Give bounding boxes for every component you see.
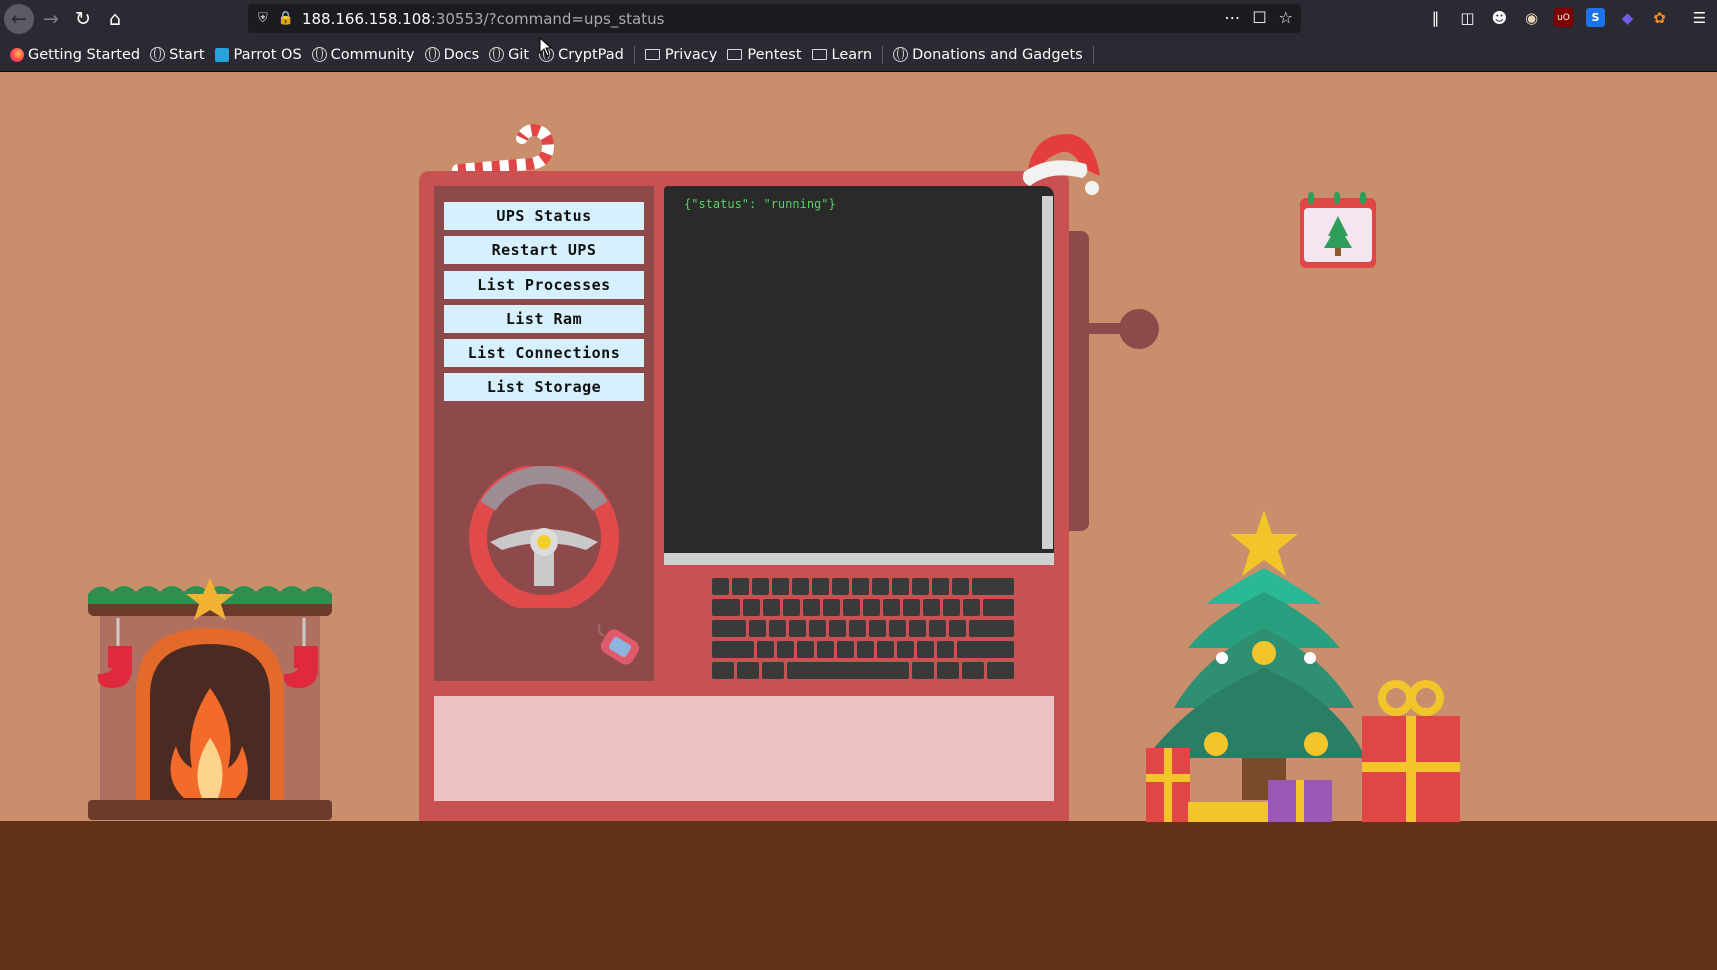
bookmark-star-icon[interactable]: ☆: [1279, 8, 1293, 27]
bookmark-label: Pentest: [747, 46, 802, 63]
bookmark-separator: [1092, 45, 1094, 64]
bookmark-label: Start: [169, 46, 205, 63]
url-text[interactable]: 188.166.158.108:30553/?command=ups_statu…: [302, 10, 665, 28]
folder-icon: [811, 49, 827, 60]
vertical-scrollbar[interactable]: [1042, 196, 1053, 549]
bookmark-folder-learn[interactable]: Learn: [811, 46, 873, 63]
ublock-icon[interactable]: uO: [1554, 8, 1573, 27]
page-actions-icon[interactable]: ⋯: [1224, 8, 1240, 27]
pocket-icon[interactable]: ☐: [1252, 8, 1266, 27]
list-connections-button[interactable]: List Connections: [444, 339, 644, 367]
bookmarks-bar: Getting Started Start Parrot OS Communit…: [0, 38, 1717, 72]
reload-icon: ↻: [75, 7, 91, 30]
terminal-screen: {"status": "running"}: [664, 186, 1054, 565]
parrot-icon: [214, 47, 229, 62]
globe-icon: [150, 47, 166, 62]
bookmark-community[interactable]: Community: [311, 46, 415, 63]
back-button[interactable]: ←: [4, 4, 34, 34]
list-processes-button[interactable]: List Processes: [444, 271, 644, 299]
bookmark-parrot-os[interactable]: Parrot OS: [214, 46, 302, 63]
extension-cube-icon[interactable]: ◆: [1618, 8, 1637, 27]
machine-bottom-panel: [434, 696, 1054, 801]
url-path: :30553/?command=ups_status: [430, 9, 665, 28]
bookmark-folder-pentest[interactable]: Pentest: [727, 46, 802, 63]
fireplace-icon: [88, 578, 332, 820]
bookmark-git[interactable]: Git: [489, 47, 529, 63]
bookmark-getting-started[interactable]: Getting Started: [10, 47, 140, 63]
back-arrow-icon: ←: [11, 7, 27, 30]
bookmark-label: Git: [508, 46, 530, 63]
keyboard-icon: [712, 578, 1014, 679]
forward-arrow-icon: →: [43, 7, 59, 30]
account-icon[interactable]: ☻: [1490, 8, 1509, 27]
bookmark-label: Parrot OS: [233, 46, 302, 63]
bookmark-label: Getting Started: [28, 46, 141, 63]
extension-cookie-icon[interactable]: ◉: [1522, 8, 1541, 27]
key-tag-icon: [597, 623, 640, 665]
bookmark-label: Docs: [443, 46, 480, 63]
steering-wheel-icon: [469, 466, 619, 608]
bookmark-separator: [882, 45, 884, 64]
home-button[interactable]: ⌂: [100, 4, 130, 34]
url-bar[interactable]: ⛨ 🔒 188.166.158.108:30553/?command=ups_s…: [248, 4, 1301, 33]
floor: [0, 821, 1717, 970]
browser-toolbar: ← → ↻ ⌂ ⛨ 🔒 188.166.158.108:30553/?comma…: [0, 0, 1717, 38]
bookmark-docs[interactable]: Docs: [424, 46, 480, 63]
restart-ups-button[interactable]: Restart UPS: [444, 236, 644, 264]
globe-icon: [893, 47, 909, 62]
library-icon[interactable]: ‖: [1426, 8, 1445, 27]
globe-icon: [424, 47, 440, 62]
bookmark-label: Community: [330, 46, 415, 63]
reload-button[interactable]: ↻: [68, 4, 98, 34]
menu-icon[interactable]: ☰: [1690, 8, 1709, 27]
globe-icon: [489, 47, 505, 62]
bookmark-label: Privacy: [664, 46, 718, 63]
lever-knob: [1119, 309, 1159, 349]
presents-icon: [1146, 680, 1460, 822]
bookmark-donations-and-gadgets[interactable]: Donations and Gadgets: [893, 47, 1083, 63]
globe-icon: [311, 47, 327, 62]
insecure-lock-icon[interactable]: 🔒: [278, 11, 294, 26]
list-ram-button[interactable]: List Ram: [444, 305, 644, 333]
toolbar-icons: ‖ ◫ ☻ ◉ uO S ◆ ✿ ☰: [1426, 8, 1709, 27]
tracking-shield-icon[interactable]: ⛨: [258, 11, 268, 26]
horizontal-scrollbar[interactable]: [664, 553, 1054, 565]
forward-button[interactable]: →: [36, 4, 66, 34]
url-actions: ⋯ ☐ ☆: [1224, 8, 1293, 27]
machine-side-bar: [1069, 231, 1089, 531]
terminal-output: {"status": "running"}: [684, 197, 836, 211]
url-host: 188.166.158.108: [301, 9, 431, 28]
calendar-icon: [1300, 192, 1376, 268]
foxyproxy-icon[interactable]: ✿: [1650, 8, 1669, 27]
candy-cane-icon: [452, 123, 555, 175]
firefox-icon: [10, 47, 24, 62]
bookmark-start[interactable]: Start: [150, 46, 205, 63]
ups-status-button[interactable]: UPS Status: [444, 202, 644, 230]
extension-s-icon[interactable]: S: [1586, 8, 1605, 27]
folder-icon: [644, 49, 660, 60]
bookmark-folder-privacy[interactable]: Privacy: [644, 46, 718, 63]
list-storage-button[interactable]: List Storage: [444, 373, 644, 401]
bookmark-separator: [633, 45, 635, 64]
bookmark-label: Learn: [831, 46, 873, 63]
folder-icon: [727, 49, 743, 60]
bookmark-label: Donations and Gadgets: [912, 46, 1083, 63]
home-icon: ⌂: [108, 7, 122, 30]
mouse-cursor-icon: [539, 37, 553, 57]
sidebar-icon[interactable]: ◫: [1458, 8, 1477, 27]
bookmark-label: CryptPad: [558, 46, 624, 63]
